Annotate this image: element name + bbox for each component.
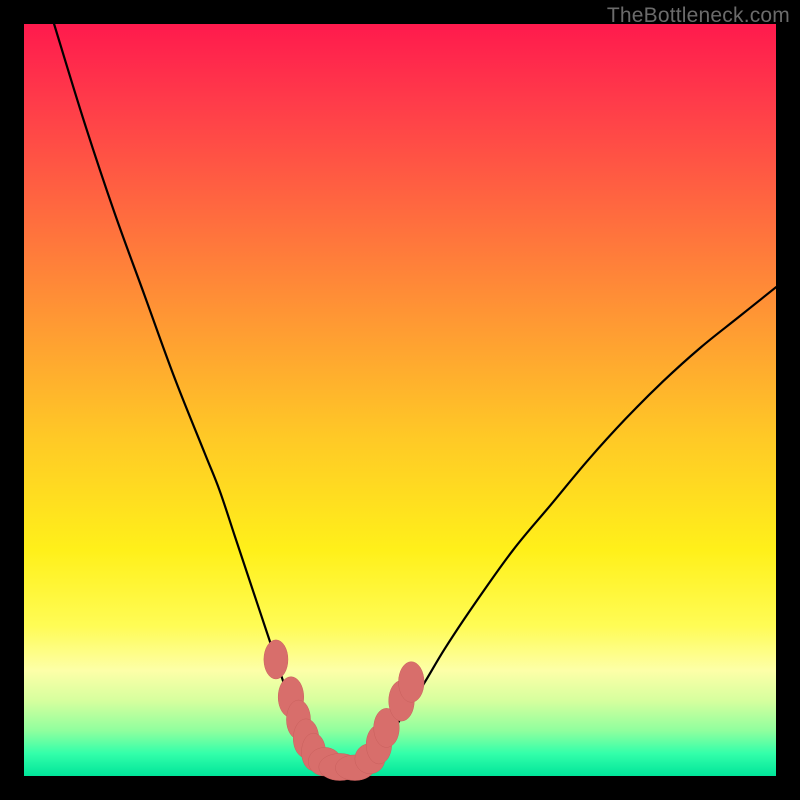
curve-group bbox=[54, 24, 776, 770]
marker-group bbox=[264, 640, 424, 781]
chart-frame bbox=[24, 24, 776, 776]
chart-svg bbox=[24, 24, 776, 776]
curve-right-curve bbox=[362, 287, 776, 770]
bottleneck-marker bbox=[399, 662, 425, 703]
curve-left-curve bbox=[54, 24, 332, 770]
bottleneck-marker bbox=[264, 640, 288, 679]
